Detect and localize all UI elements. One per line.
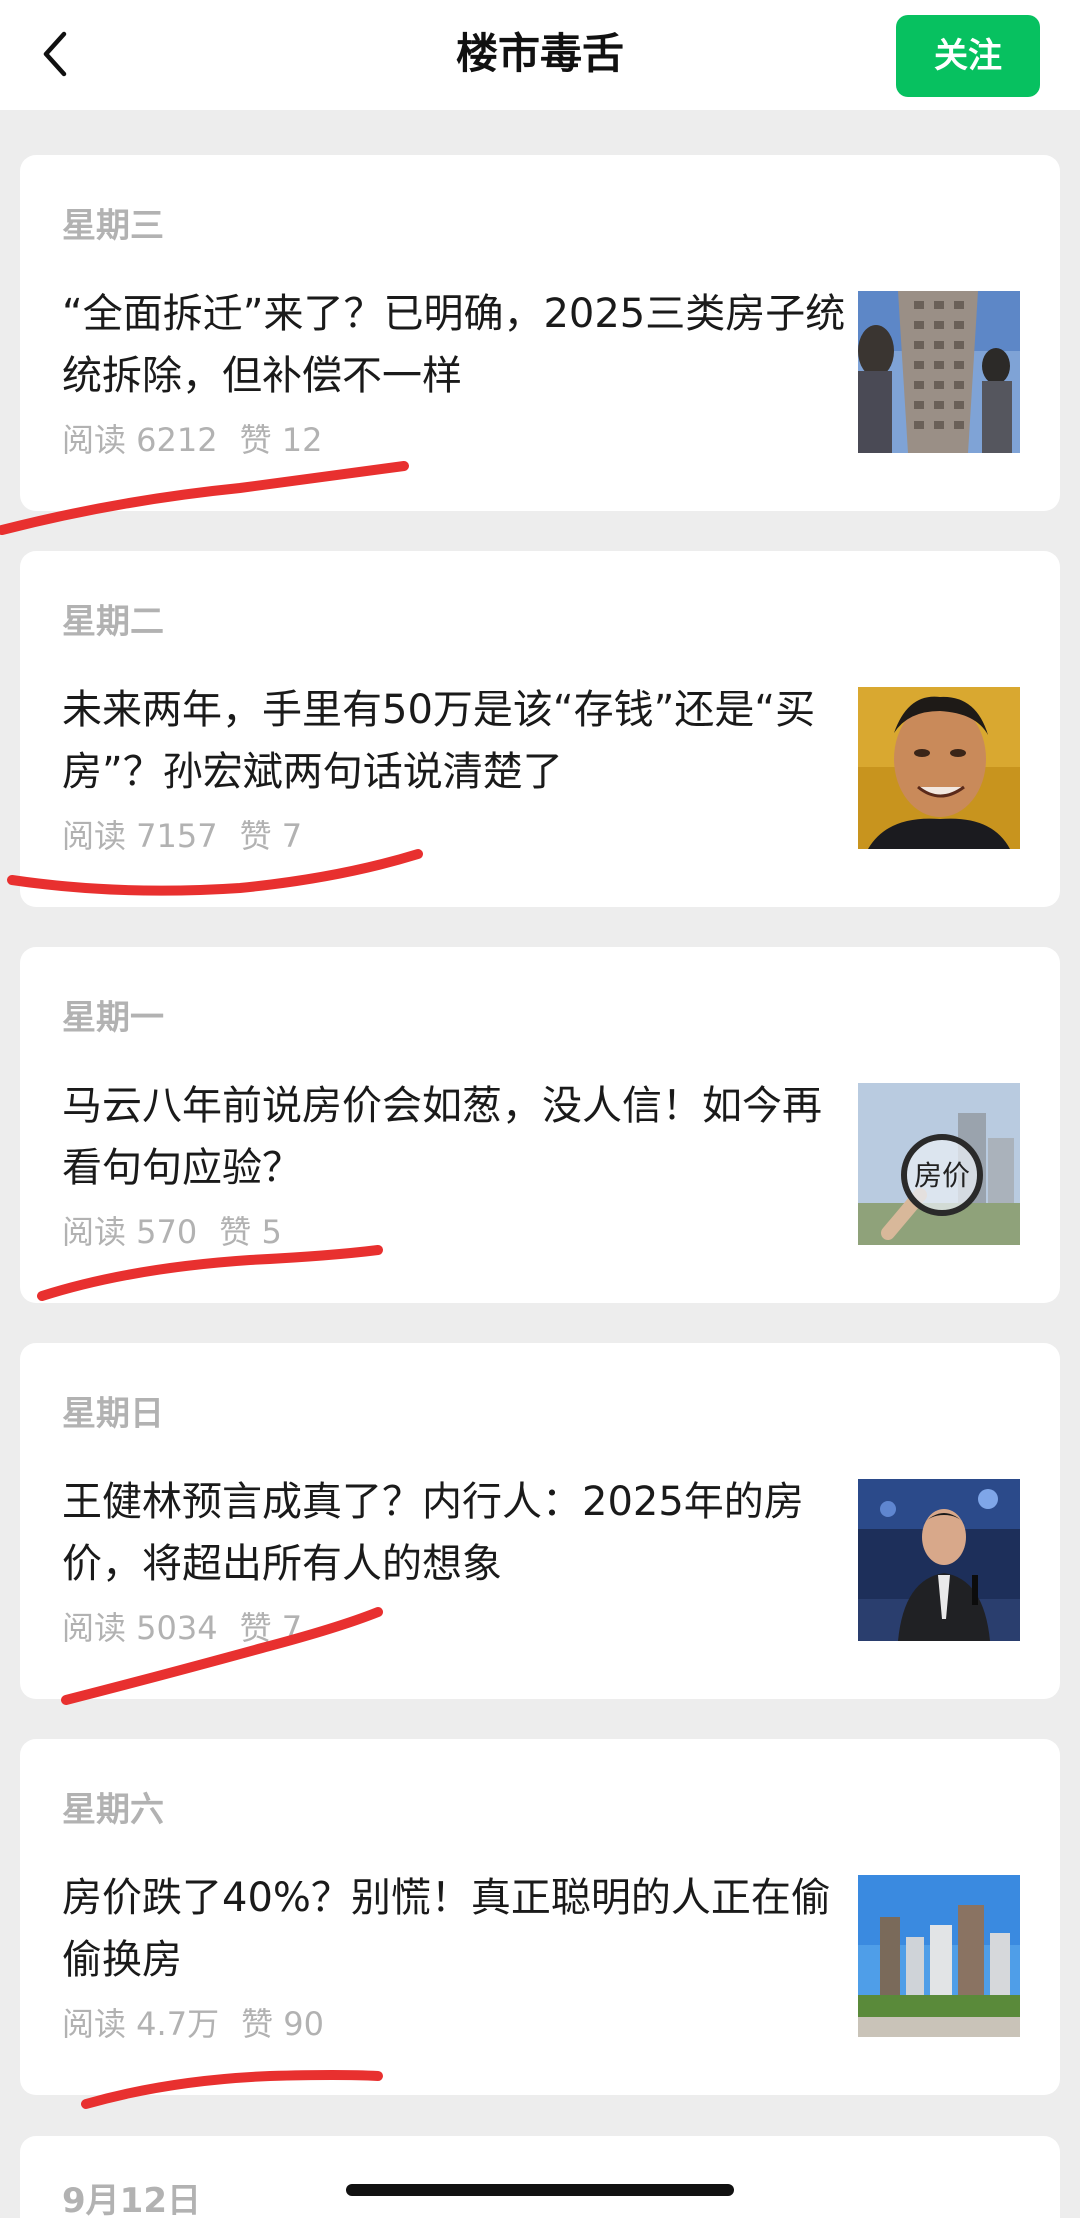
article-card[interactable]: 星期日 王健林预言成真了？内行人：2025年的房价，将超出所有人的想象 阅读 5… [20, 1343, 1060, 1699]
article-thumbnail[interactable] [858, 1875, 1020, 2037]
article-card[interactable]: 星期三 “全面拆迁”来了？已明确，2025三类房子统统拆除，但补偿不一样 阅读 … [20, 155, 1060, 511]
article-thumbnail[interactable]: 房价 [858, 1083, 1020, 1245]
follow-button[interactable]: 关注 [896, 15, 1040, 97]
article-stats: 阅读 4.7万赞 90 [62, 2001, 324, 2047]
read-count: 阅读 570 [62, 1213, 198, 1251]
article-day: 星期一 [62, 998, 164, 1038]
article-title[interactable]: “全面拆迁”来了？已明确，2025三类房子统统拆除，但补偿不一样 [62, 283, 852, 407]
like-count: 赞 7 [239, 1609, 303, 1647]
like-count: 赞 12 [239, 421, 323, 459]
like-count: 赞 7 [239, 817, 303, 855]
article-day: 9月12日 [62, 2181, 201, 2218]
article-card-partial[interactable]: 9月12日 [20, 2136, 1060, 2218]
article-stats: 阅读 7157 赞 7 [62, 813, 302, 859]
article-title[interactable]: 马云八年前说房价会如葱，没人信！如今再看句句应验？ [62, 1075, 852, 1199]
magnifier-house-price-photo: 房价 [858, 1083, 1020, 1245]
read-count: 阅读 7157 [62, 817, 218, 855]
smiling-man-portrait-photo [858, 687, 1020, 849]
article-stats: 阅读 570 赞 5 [62, 1209, 282, 1255]
read-count: 阅读 6212 [62, 421, 218, 459]
article-stats: 阅读 6212 赞 12 [62, 417, 323, 463]
like-count: 赞 90 [241, 2005, 324, 2043]
like-count: 赞 5 [219, 1213, 282, 1251]
article-day: 星期日 [62, 1394, 164, 1434]
nav-bar: 楼市毒舌 关注 [0, 0, 1080, 110]
article-title[interactable]: 未来两年，手里有50万是该“存钱”还是“买房”？孙宏斌两句话说清楚了 [62, 679, 852, 803]
article-card[interactable]: 星期二 未来两年，手里有50万是该“存钱”还是“买房”？孙宏斌两句话说清楚了 阅… [20, 551, 1060, 907]
article-day: 星期二 [62, 602, 164, 642]
article-thumbnail[interactable] [858, 291, 1020, 453]
read-count: 阅读 5034 [62, 1609, 218, 1647]
article-title[interactable]: 房价跌了40%？别慌！真正聪明的人正在偷偷换房 [62, 1867, 852, 1991]
article-day: 星期六 [62, 1790, 164, 1830]
article-thumbnail[interactable] [858, 1479, 1020, 1641]
high-rise-building-photo [858, 291, 1020, 453]
read-count: 阅读 4.7万 [62, 2005, 220, 2043]
magnifier-price-text: 房价 [914, 1159, 970, 1192]
home-indicator[interactable] [346, 2184, 734, 2196]
man-speaking-at-event-photo [858, 1479, 1020, 1641]
article-card[interactable]: 星期一 马云八年前说房价会如葱，没人信！如今再看句句应验？ 阅读 570 赞 5 … [20, 947, 1060, 1303]
article-card[interactable]: 星期六 房价跌了40%？别慌！真正聪明的人正在偷偷换房 阅读 4.7万赞 90 [20, 1739, 1060, 2095]
article-thumbnail[interactable] [858, 687, 1020, 849]
city-skyline-photo [858, 1875, 1020, 2037]
article-day: 星期三 [62, 206, 164, 246]
article-title[interactable]: 王健林预言成真了？内行人：2025年的房价，将超出所有人的想象 [62, 1471, 852, 1595]
article-stats: 阅读 5034 赞 7 [62, 1605, 302, 1651]
